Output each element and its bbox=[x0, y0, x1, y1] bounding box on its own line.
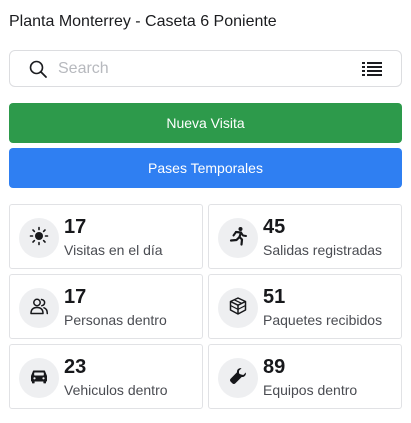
stat-icon-badge bbox=[218, 288, 258, 328]
stat-value: 51 bbox=[263, 286, 286, 308]
stat-label: Salidas registradas bbox=[263, 242, 383, 258]
stat-icon-badge bbox=[218, 358, 258, 398]
running-person-icon bbox=[228, 226, 248, 251]
sun-icon bbox=[29, 226, 49, 251]
wrench-icon bbox=[228, 366, 248, 391]
package-icon bbox=[228, 296, 248, 321]
stat-icon-badge bbox=[19, 218, 59, 258]
stat-icon-badge bbox=[218, 218, 258, 258]
list-icon[interactable] bbox=[362, 62, 382, 76]
car-icon bbox=[29, 366, 49, 391]
stat-card-exits[interactable]: 45 Salidas registradas bbox=[208, 204, 402, 269]
people-icon bbox=[29, 296, 49, 321]
stat-card-equipment-inside[interactable]: 89 Equipos dentro bbox=[208, 344, 402, 409]
stat-icon-badge bbox=[19, 358, 59, 398]
search-bar bbox=[9, 50, 402, 87]
stat-value: 17 bbox=[64, 286, 87, 308]
stat-card-vehicles-inside[interactable]: 23 Vehiculos dentro bbox=[9, 344, 203, 409]
new-visit-button[interactable]: Nueva Visita bbox=[9, 103, 402, 143]
stat-label: Vehiculos dentro bbox=[64, 382, 168, 398]
guard-booth-dashboard: Planta Monterrey - Caseta 6 Poniente Nue… bbox=[0, 0, 411, 423]
stat-label: Visitas en el día bbox=[64, 242, 163, 258]
stat-value: 89 bbox=[263, 356, 286, 378]
stat-label: Paquetes recibidos bbox=[263, 312, 383, 328]
search-icon[interactable] bbox=[28, 59, 48, 79]
stat-value: 23 bbox=[64, 356, 87, 378]
stat-value: 17 bbox=[64, 216, 87, 238]
stat-label: Equipos dentro bbox=[263, 382, 358, 398]
stat-label: Personas dentro bbox=[64, 312, 167, 328]
temporary-passes-button[interactable]: Pases Temporales bbox=[9, 148, 402, 188]
stat-card-packages[interactable]: 51 Paquetes recibidos bbox=[208, 274, 402, 339]
page-title: Planta Monterrey - Caseta 6 Poniente bbox=[9, 13, 277, 30]
stat-value: 45 bbox=[263, 216, 286, 238]
stat-card-visits-today[interactable]: 17 Visitas en el día bbox=[9, 204, 203, 269]
stat-icon-badge bbox=[19, 288, 59, 328]
search-input[interactable] bbox=[58, 57, 348, 81]
stat-card-people-inside[interactable]: 17 Personas dentro bbox=[9, 274, 203, 339]
